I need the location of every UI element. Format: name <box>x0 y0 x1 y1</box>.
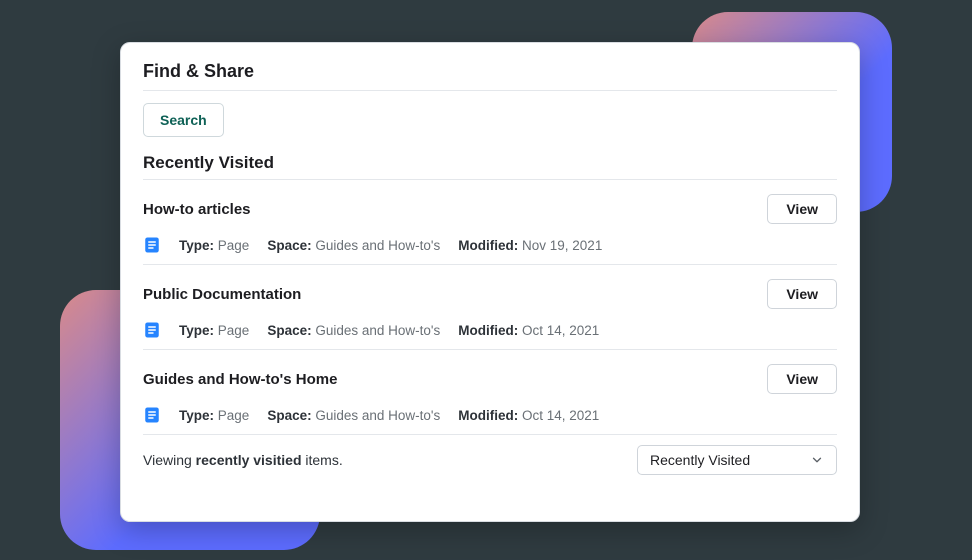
item-title: Public Documentation <box>143 286 301 303</box>
meta-space-value: Guides and How-to's <box>315 323 440 338</box>
panel-title: Find & Share <box>143 61 837 91</box>
find-share-panel: Find & Share Search Recently Visited How… <box>120 42 860 522</box>
search-button[interactable]: Search <box>143 103 224 137</box>
footer-prefix: Viewing <box>143 452 196 468</box>
meta-type-value: Page <box>218 238 250 253</box>
search-row: Search <box>143 91 837 153</box>
item-title: Guides and How-to's Home <box>143 371 337 388</box>
document-icon <box>143 406 161 424</box>
meta-space-label: Space: <box>267 238 311 253</box>
meta-space-label: Space: <box>267 408 311 423</box>
view-button[interactable]: View <box>767 279 837 309</box>
meta-space-value: Guides and How-to's <box>315 408 440 423</box>
meta-modified-label: Modified: <box>458 408 518 423</box>
meta-type-value: Page <box>218 323 250 338</box>
meta-type-value: Page <box>218 408 250 423</box>
footer-row: Viewing recently visitied items. Recentl… <box>143 435 837 475</box>
chevron-down-icon <box>810 453 824 467</box>
footer-suffix: items. <box>302 452 343 468</box>
document-icon <box>143 321 161 339</box>
footer-status: Viewing recently visitied items. <box>143 452 343 468</box>
list-item: Public Documentation View Type: Page Spa… <box>143 265 837 350</box>
document-icon <box>143 236 161 254</box>
view-button[interactable]: View <box>767 364 837 394</box>
meta-modified-value: Oct 14, 2021 <box>522 408 599 423</box>
meta-modified-value: Nov 19, 2021 <box>522 238 602 253</box>
meta-modified-label: Modified: <box>458 323 518 338</box>
meta-space-label: Space: <box>267 323 311 338</box>
section-title: Recently Visited <box>143 153 837 180</box>
meta-modified-label: Modified: <box>458 238 518 253</box>
filter-select-label: Recently Visited <box>650 452 750 468</box>
meta-space-value: Guides and How-to's <box>315 238 440 253</box>
footer-bold: recently visitied <box>196 452 302 468</box>
item-title: How-to articles <box>143 201 251 218</box>
meta-type-label: Type: <box>179 238 214 253</box>
list-item: How-to articles View Type: Page Space: G… <box>143 180 837 265</box>
meta-type-label: Type: <box>179 408 214 423</box>
meta-type-label: Type: <box>179 323 214 338</box>
meta-modified-value: Oct 14, 2021 <box>522 323 599 338</box>
filter-select[interactable]: Recently Visited <box>637 445 837 475</box>
list-item: Guides and How-to's Home View Type: Page… <box>143 350 837 435</box>
view-button[interactable]: View <box>767 194 837 224</box>
